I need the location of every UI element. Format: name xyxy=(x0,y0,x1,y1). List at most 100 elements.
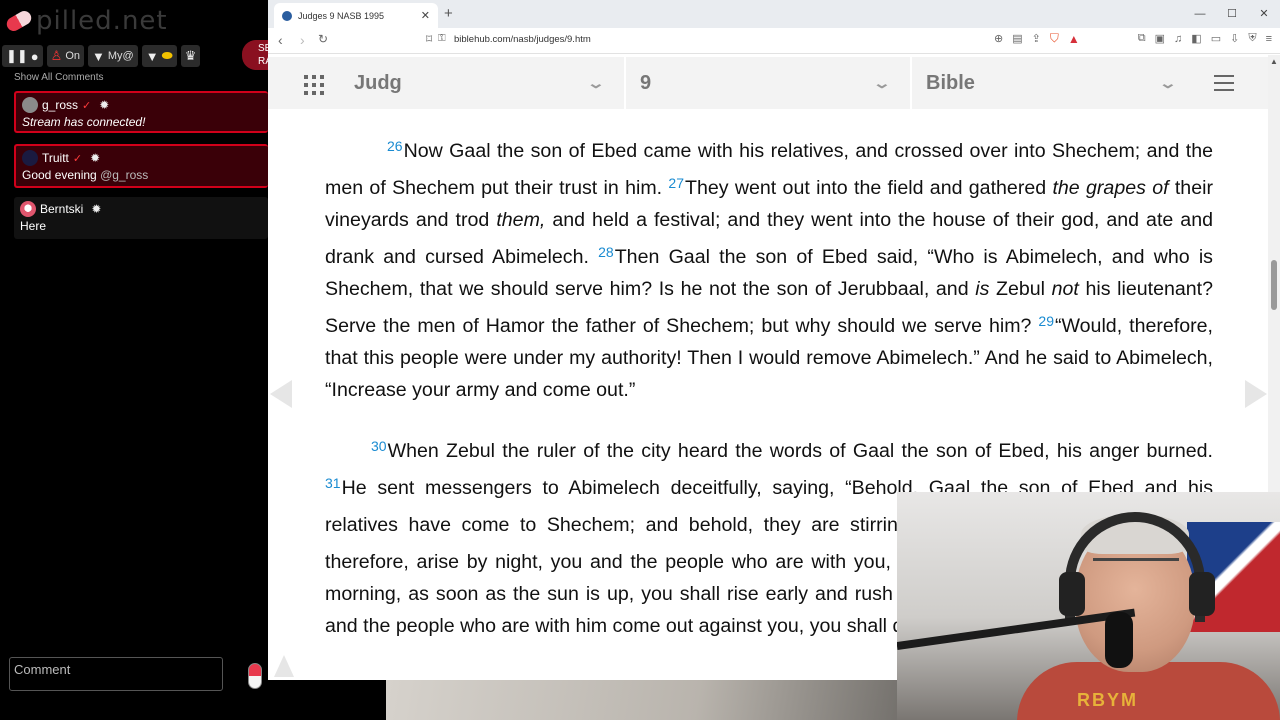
italic-supplied-text: is xyxy=(975,278,990,300)
mention[interactable]: @g_ross xyxy=(100,168,148,182)
close-tab-icon[interactable]: ✕ xyxy=(421,9,430,22)
paragraph: 26Now Gaal the son of Ebed came with his… xyxy=(325,130,1213,406)
avatar[interactable] xyxy=(20,201,36,217)
shirt-print: RBYM xyxy=(1077,690,1138,710)
username[interactable]: Berntski xyxy=(40,202,83,216)
hamburger-menu-icon[interactable] xyxy=(1214,75,1234,91)
chapter-select-value: 9 xyxy=(640,71,652,94)
favicon-icon xyxy=(282,10,292,21)
download-icon[interactable]: ⇩ xyxy=(1230,32,1239,45)
send-pill-button[interactable] xyxy=(248,663,262,689)
site-logo[interactable]: pilled.net xyxy=(4,4,168,38)
tab-title: Judges 9 NASB 1995 xyxy=(298,10,385,21)
address-actions: ⊕ ▤ ⇪ ⛉ ▲ ⧉ ▣ ♫ ◧ ▭ ⇩ ⛨ ≡ xyxy=(994,31,1272,46)
menu-icon[interactable]: ≡ xyxy=(1266,33,1272,45)
verse-number-link[interactable]: 27 xyxy=(668,175,684,191)
media-icon[interactable]: ♫ xyxy=(1174,33,1182,45)
version-select[interactable]: Bible ⌄ xyxy=(914,57,1186,109)
new-tab-icon[interactable]: + xyxy=(444,5,453,22)
headset-ear-right xyxy=(1189,572,1215,616)
tab-strip: Judges 9 NASB 1995 ✕ + — ☐ ✕ xyxy=(268,0,1280,28)
pill-icon: ⬬ xyxy=(161,48,173,63)
minimize-icon[interactable]: — xyxy=(1184,0,1216,28)
bible-navbar: Judg ⌄ 9 ⌄ Bible ⌄ xyxy=(268,57,1268,109)
scroll-top-arrow-icon[interactable] xyxy=(274,655,294,677)
verse-number-link[interactable]: 30 xyxy=(371,438,387,454)
italic-supplied-text: not xyxy=(1051,278,1079,300)
chat-message: Berntski ✹ Here xyxy=(14,197,268,239)
verse-text: They went out into the field and gathere… xyxy=(685,177,1053,199)
verse-number-link[interactable]: 31 xyxy=(325,475,341,491)
scroll-up-icon[interactable]: ▲ xyxy=(1270,57,1278,66)
apps-grid-icon[interactable] xyxy=(304,75,324,95)
vpn-icon[interactable]: ⛨ xyxy=(1248,32,1256,45)
chat-toolbar: ❚❚ ● ♙ On ▼ My@ ▼ ⬬ ♛ xyxy=(2,44,201,68)
filter-mentions-button[interactable]: ▼ My@ xyxy=(88,45,138,67)
previous-chapter-arrow-icon[interactable] xyxy=(270,380,292,408)
maximize-icon[interactable]: ☐ xyxy=(1216,0,1248,28)
forward-icon[interactable]: › xyxy=(300,32,305,48)
show-all-comments-link[interactable]: Show All Comments xyxy=(14,72,103,83)
filter-icon: ▼ xyxy=(92,48,105,64)
address-bar: ‹ › ↻ ⌑ ⚿ biblehub.com/nasb/judges/9.htm… xyxy=(268,28,1280,54)
chevron-down-icon: ⌄ xyxy=(1158,74,1178,91)
person-icon: ♙ xyxy=(50,48,63,63)
chat-message: g_ross ✓ ✹ Stream has connected! xyxy=(14,91,268,133)
version-select-value: Bible xyxy=(926,71,975,94)
pause-chat-button[interactable]: ❚❚ ● xyxy=(2,45,43,67)
gear-icon[interactable]: ✹ xyxy=(91,202,101,216)
username[interactable]: g_ross xyxy=(42,98,78,112)
avatar[interactable] xyxy=(22,97,38,113)
toggle-on-label: On xyxy=(65,50,80,62)
wallet-icon[interactable]: ▣ xyxy=(1155,32,1165,45)
trophy-icon: ♛ xyxy=(184,48,197,63)
pill-icon xyxy=(4,8,34,34)
chapter-select[interactable]: 9 ⌄ xyxy=(628,57,900,109)
verse-number-link[interactable]: 26 xyxy=(387,138,403,154)
filter-pill-button[interactable]: ▼ ⬬ xyxy=(141,45,177,67)
close-window-icon[interactable]: ✕ xyxy=(1248,0,1280,28)
rewards-icon[interactable]: ▲ xyxy=(1068,32,1080,46)
window-controls: — ☐ ✕ xyxy=(1184,0,1280,28)
back-icon[interactable]: ‹ xyxy=(278,32,283,48)
verse-text: When Zebul the ruler of the city heard t… xyxy=(387,440,1213,462)
trophy-button[interactable]: ♛ xyxy=(180,45,201,67)
filter-icon: ▼ xyxy=(145,48,159,64)
extensions-icon[interactable]: ⧉ xyxy=(1138,32,1146,45)
browser-tab[interactable]: Judges 9 NASB 1995 ✕ xyxy=(274,3,438,28)
scrollbar-thumb[interactable] xyxy=(1271,260,1277,310)
toggle-on-button[interactable]: ♙ On xyxy=(46,45,84,67)
italic-supplied-text: them, xyxy=(496,209,546,231)
verse-number-link[interactable]: 29 xyxy=(1038,313,1054,329)
verse-number-link[interactable]: 28 xyxy=(598,244,614,260)
microphone xyxy=(1105,612,1133,668)
divider xyxy=(910,57,912,109)
filter-mentions-label: My@ xyxy=(107,50,134,62)
chevron-down-icon: ⌄ xyxy=(872,74,892,91)
comment-input[interactable]: Comment xyxy=(9,657,223,691)
site-info-icon[interactable]: ⚿ xyxy=(438,33,446,44)
share-icon[interactable]: ⇪ xyxy=(1032,32,1041,45)
book-select[interactable]: Judg ⌄ xyxy=(342,57,614,109)
message-text: Stream has connected! xyxy=(22,115,146,129)
message-text: Good evening xyxy=(22,168,97,182)
zoom-icon[interactable]: ⊕ xyxy=(994,32,1003,45)
tabs-icon[interactable]: ▭ xyxy=(1211,32,1221,45)
book-select-value: Judg xyxy=(354,71,402,94)
gear-icon[interactable]: ✹ xyxy=(99,98,109,112)
chevron-down-icon: ⌄ xyxy=(586,74,606,91)
divider xyxy=(624,57,626,109)
reload-icon[interactable]: ↻ xyxy=(318,32,328,46)
bookmark-icon[interactable]: ⌑ xyxy=(426,32,432,46)
chat-message: Truitt ✓ ✹ Good evening @g_ross xyxy=(14,144,268,188)
gear-icon[interactable]: ✹ xyxy=(90,151,100,165)
reader-icon[interactable]: ▤ xyxy=(1012,32,1022,45)
sidebar-icon[interactable]: ◧ xyxy=(1191,32,1201,45)
message-text: Here xyxy=(20,219,47,233)
chat-panel: pilled.net ❚❚ ● ♙ On ▼ My@ ▼ ⬬ ♛ SE RA S… xyxy=(0,0,282,691)
username[interactable]: Truitt xyxy=(42,151,69,165)
next-chapter-arrow-icon[interactable] xyxy=(1245,380,1267,408)
avatar[interactable] xyxy=(22,150,38,166)
url-field[interactable]: biblehub.com/nasb/judges/9.htm xyxy=(454,34,591,45)
brave-shields-icon[interactable]: ⛉ xyxy=(1050,31,1059,46)
